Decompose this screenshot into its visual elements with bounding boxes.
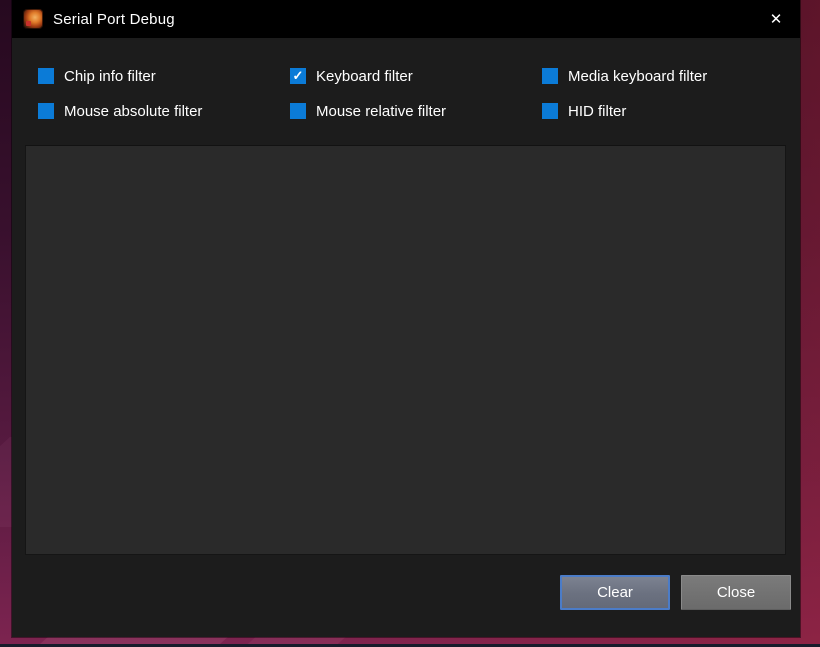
checkbox-icon <box>38 103 54 119</box>
checkbox-icon <box>290 103 306 119</box>
app-icon <box>23 9 43 29</box>
checkbox-label: HID filter <box>568 103 626 120</box>
dialog-button-row: Clear Close <box>560 575 791 610</box>
checkbox-keyboard-filter[interactable]: Keyboard filter <box>290 66 542 86</box>
checkbox-label: Chip info filter <box>64 68 156 85</box>
title-bar[interactable]: Serial Port Debug ✕ <box>12 0 800 38</box>
debug-log-output[interactable] <box>25 145 786 555</box>
filter-checkbox-group: Chip info filter Keyboard filter Media k… <box>38 66 780 121</box>
close-button[interactable]: Close <box>681 575 791 610</box>
checkbox-label: Mouse absolute filter <box>64 103 202 120</box>
checkbox-hid-filter[interactable]: HID filter <box>542 101 780 121</box>
window-title: Serial Port Debug <box>53 11 175 28</box>
checkbox-icon <box>542 68 558 84</box>
checkbox-icon <box>542 103 558 119</box>
checkbox-chip-info-filter[interactable]: Chip info filter <box>38 66 290 86</box>
clear-button[interactable]: Clear <box>560 575 670 610</box>
checkbox-icon <box>290 68 306 84</box>
checkbox-media-keyboard-filter[interactable]: Media keyboard filter <box>542 66 780 86</box>
checkbox-icon <box>38 68 54 84</box>
close-icon: ✕ <box>770 10 783 28</box>
serial-port-debug-window: Serial Port Debug ✕ Chip info filter Key… <box>12 0 800 637</box>
checkbox-mouse-relative-filter[interactable]: Mouse relative filter <box>290 101 542 121</box>
checkbox-label: Mouse relative filter <box>316 103 446 120</box>
checkbox-label: Keyboard filter <box>316 68 413 85</box>
checkbox-label: Media keyboard filter <box>568 68 707 85</box>
window-close-button[interactable]: ✕ <box>752 0 800 38</box>
checkbox-mouse-absolute-filter[interactable]: Mouse absolute filter <box>38 101 290 121</box>
